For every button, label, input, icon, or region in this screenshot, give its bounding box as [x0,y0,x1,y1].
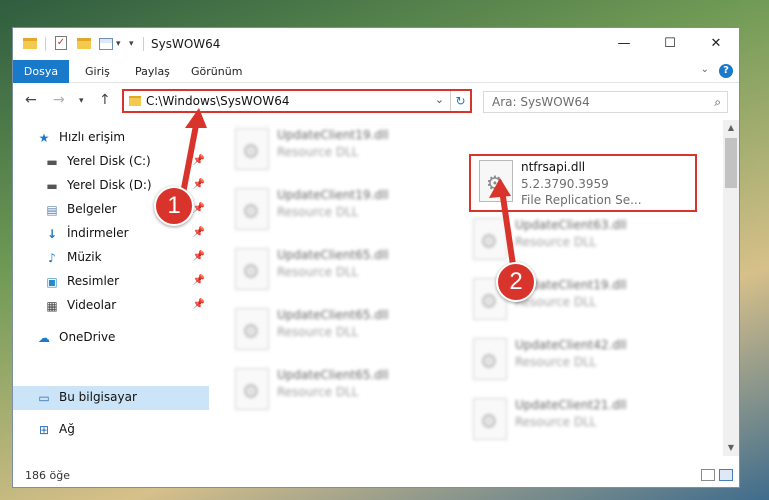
arrow-2-head [489,178,511,198]
arrow-1-head [185,108,207,128]
annotation-arrows [178,108,517,275]
step-1-badge: 1 [154,186,194,226]
step-2-badge: 2 [496,262,536,302]
arrow-2-shaft [499,187,517,275]
